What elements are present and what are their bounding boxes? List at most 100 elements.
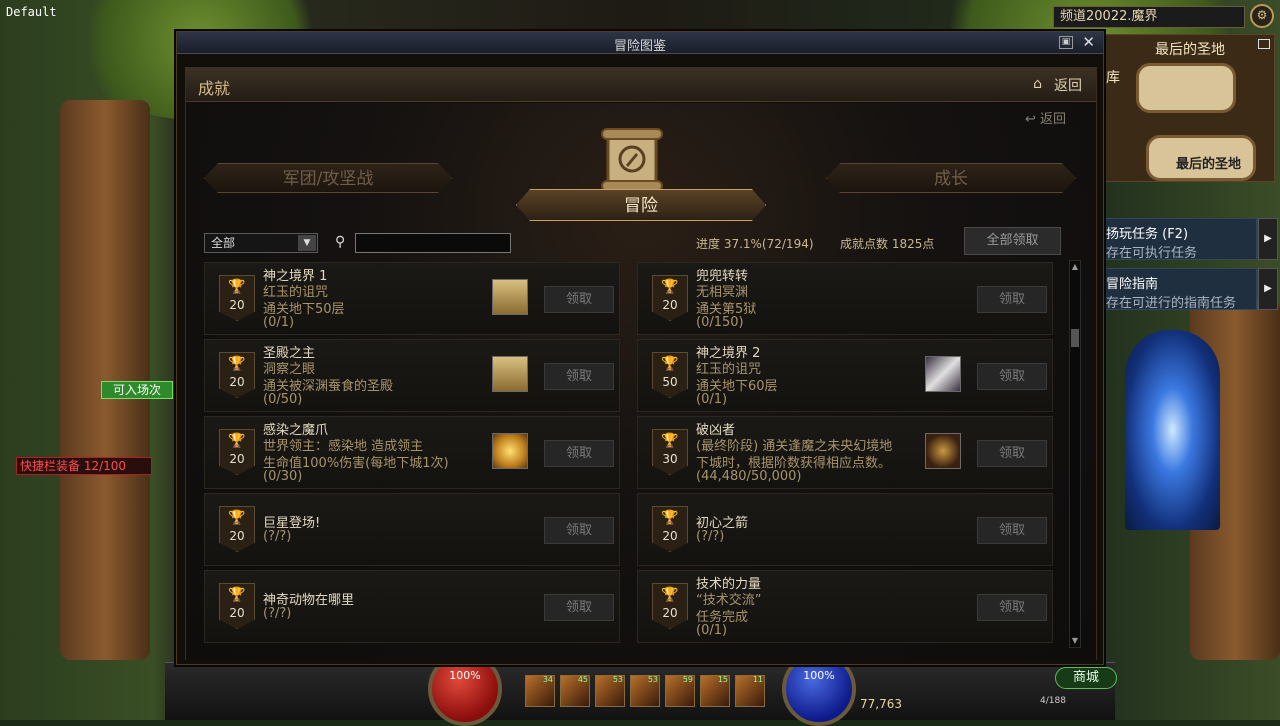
tab-guild-raid[interactable]: 军团/攻坚战: [204, 163, 452, 193]
channel-label[interactable]: 频道20022.魔界: [1053, 6, 1245, 28]
minimize-icon[interactable]: ▣: [1059, 36, 1073, 49]
tree-trunk: [60, 100, 150, 660]
claim-button[interactable]: 领取: [544, 594, 614, 621]
skill-count: 59: [682, 675, 693, 684]
achievement-progress: (0/1): [696, 623, 728, 638]
skill-count: 45: [577, 675, 588, 684]
achievement-points-value: 20: [229, 529, 245, 543]
window-titlebar[interactable]: 冒险图鉴 ▣ ✕: [177, 32, 1103, 54]
skill-count: 15: [717, 675, 728, 684]
skill-slot[interactable]: 45: [560, 675, 590, 707]
map-reward-icon[interactable]: [492, 279, 528, 315]
achievement-progress: (?/?): [696, 529, 725, 544]
skill-slot[interactable]: 11: [735, 675, 765, 707]
claim-button[interactable]: 领取: [977, 594, 1047, 621]
scroll-down-icon[interactable]: ▼: [1070, 635, 1080, 647]
trophy-badge: 🏆 20: [652, 506, 688, 552]
quest-title: 冒险指南: [1106, 277, 1159, 292]
scroll-reward-icon[interactable]: [925, 356, 961, 392]
trophy-badge: 🏆 20: [219, 506, 255, 552]
trophy-badge: 🏆 20: [219, 429, 255, 475]
trophy-badge: 🏆 20: [652, 583, 688, 629]
quest-tracker-item[interactable]: 冒险指南 存在可进行的指南任务: [1105, 268, 1257, 311]
gold-amount: 77,763: [860, 697, 902, 711]
achievement-card: 🏆 20 兜兜转转 无相冥渊 通关第5狱 (0/150) 领取: [637, 262, 1053, 335]
trophy-icon: 🏆: [228, 587, 246, 603]
skill-slot[interactable]: 34: [525, 675, 555, 707]
search-icon[interactable]: ⚲: [335, 234, 345, 250]
claim-button[interactable]: 领取: [977, 286, 1047, 313]
star-reward-icon[interactable]: [492, 433, 528, 469]
section-header: 成就 ⌂ 返回: [186, 68, 1096, 102]
achievement-card: 🏆 20 技术的力量 “技术交流” 任务完成 (0/1) 领取: [637, 570, 1053, 643]
mp-text: 100%: [803, 669, 835, 682]
skill-count: 34: [542, 675, 553, 684]
emblem-reward-icon[interactable]: [925, 433, 961, 469]
back-button[interactable]: 返回: [1054, 75, 1082, 95]
adventure-codex-window: 冒险图鉴 ▣ ✕ 成就 ⌂ 返回 ↩ 返回 军团/攻坚战 成长 冒险 全部 ▼: [176, 31, 1104, 665]
trophy-badge: 🏆 20: [219, 583, 255, 629]
tab-growth[interactable]: 成长: [826, 163, 1076, 193]
achievement-card: 🏆 20 巨星登场! (?/?) 领取: [204, 493, 620, 566]
quest-expand-icon[interactable]: ▶: [1258, 218, 1278, 260]
claim-button[interactable]: 领取: [544, 286, 614, 313]
claim-button[interactable]: 领取: [977, 363, 1047, 390]
achievement-card: 🏆 20 初心之箭 (?/?) 领取: [637, 493, 1053, 566]
quest-tracker-item[interactable]: 扬玩任务 (F2) 存在可执行任务: [1105, 218, 1257, 261]
achievement-points-value: 20: [662, 298, 678, 312]
secondary-back-button[interactable]: ↩ 返回: [1025, 108, 1066, 127]
quest-subtitle: 存在可执行任务: [1106, 246, 1198, 261]
achievement-progress: (?/?): [263, 529, 292, 544]
scroll-thumb[interactable]: [1071, 329, 1079, 347]
trophy-icon: 🏆: [661, 433, 679, 449]
channel-switch-icon[interactable]: ⚙: [1250, 4, 1274, 28]
hp-text: 100%: [449, 669, 481, 682]
trophy-icon: 🏆: [228, 279, 246, 295]
skill-count: 53: [612, 675, 623, 684]
search-input[interactable]: [355, 233, 511, 253]
claim-all-button[interactable]: 全部领取: [964, 227, 1061, 255]
trophy-icon: 🏆: [661, 587, 679, 603]
minimap[interactable]: 最后的圣地 库 最后的圣地: [1105, 34, 1275, 182]
achievement-progress: (0/1): [696, 392, 728, 407]
shop-button[interactable]: 商城: [1055, 667, 1117, 689]
exp-readout: 4/188: [1040, 696, 1066, 706]
dropdown-arrow-icon[interactable]: ▼: [298, 235, 316, 251]
skill-slot[interactable]: 59: [665, 675, 695, 707]
close-icon[interactable]: ✕: [1082, 33, 1095, 51]
skill-slot[interactable]: 15: [700, 675, 730, 707]
skill-count: 53: [647, 675, 658, 684]
quest-subtitle: 存在可进行的指南任务: [1106, 296, 1237, 311]
trophy-icon: 🏆: [228, 356, 246, 372]
skill-slot[interactable]: 53: [630, 675, 660, 707]
achievement-progress: (?/?): [263, 606, 292, 621]
skill-slot[interactable]: 53: [595, 675, 625, 707]
trophy-badge: 🏆 50: [652, 352, 688, 398]
achievement-progress: (0/1): [263, 315, 295, 330]
achievement-progress: (44,480/50,000): [696, 469, 802, 484]
default-label: Default: [6, 5, 57, 19]
trophy-badge: 🏆 30: [652, 429, 688, 475]
category-filter-select[interactable]: 全部 ▼: [204, 233, 318, 253]
achievement-card: 🏆 20 感染之魔爪 世界领主：感染地 造成领主 生命值100%伤害(每地下城1次…: [204, 416, 620, 489]
scroll-up-icon[interactable]: ▲: [1070, 261, 1080, 273]
claim-button[interactable]: 领取: [544, 517, 614, 544]
trophy-icon: 🏆: [228, 433, 246, 449]
minimap-toggle-icon[interactable]: [1258, 39, 1270, 49]
claim-button[interactable]: 领取: [977, 440, 1047, 467]
claim-button[interactable]: 领取: [544, 440, 614, 467]
quest-title: 扬玩任务 (F2): [1106, 227, 1189, 242]
scroll-emblem-icon: [601, 128, 663, 192]
map-reward-icon[interactable]: [492, 356, 528, 392]
quest-expand-icon[interactable]: ▶: [1258, 268, 1278, 310]
achievement-points-value: 20: [229, 606, 245, 620]
home-icon[interactable]: ⌂: [1033, 76, 1042, 92]
achievement-points-value: 20: [229, 452, 245, 466]
list-scrollbar[interactable]: ▲ ▼: [1069, 260, 1081, 648]
tab-adventure[interactable]: 冒险: [516, 189, 766, 221]
trophy-icon: 🏆: [661, 279, 679, 295]
claim-button[interactable]: 领取: [977, 517, 1047, 544]
achievement-progress: (0/150): [696, 315, 744, 330]
claim-button[interactable]: 领取: [544, 363, 614, 390]
achievement-card: 🏆 20 神之境界 1 红玉的诅咒 通关地下50层 (0/1) 领取: [204, 262, 620, 335]
